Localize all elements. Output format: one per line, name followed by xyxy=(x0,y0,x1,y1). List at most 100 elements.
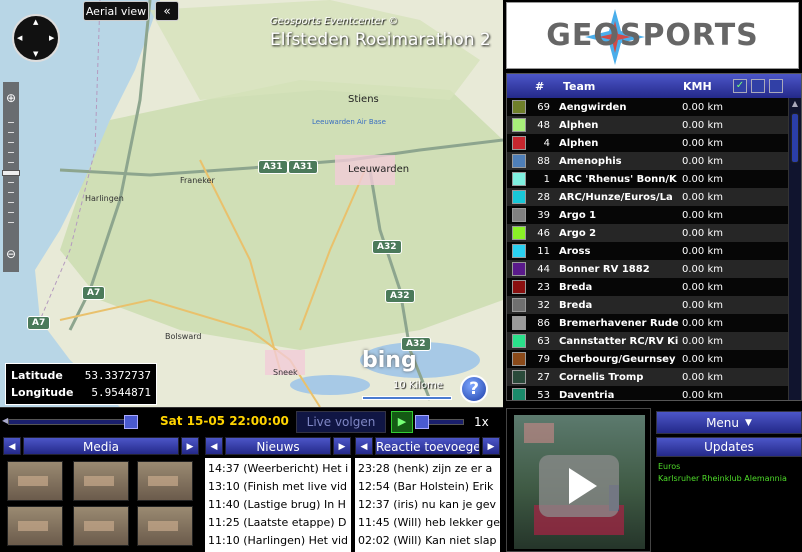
media-prev-icon[interactable]: ◀ xyxy=(3,437,21,455)
latitude-label: Latitude xyxy=(11,369,63,382)
team-row[interactable]: 46 Argo 2 0.00 km xyxy=(507,224,789,242)
aerial-view-button[interactable]: Aerial view xyxy=(83,1,149,21)
reactions-next-icon[interactable]: ▶ xyxy=(482,437,500,455)
timeline-slider[interactable] xyxy=(8,419,138,425)
team-color-swatch[interactable] xyxy=(512,316,526,330)
collapse-toolbar-button[interactable]: « xyxy=(155,1,179,21)
pan-right-icon[interactable]: ▶ xyxy=(49,34,54,42)
header-toggle-checkbox[interactable] xyxy=(769,79,783,93)
zoom-in-icon[interactable]: ⊕ xyxy=(3,90,19,106)
team-row[interactable]: 44 Bonner RV 1882 0.00 km xyxy=(507,260,789,278)
team-color-swatch[interactable] xyxy=(512,388,526,400)
media-thumbnail[interactable] xyxy=(137,506,193,546)
zoom-out-icon[interactable]: ⊖ xyxy=(3,246,19,262)
team-color-swatch[interactable] xyxy=(512,280,526,294)
timeline-handle[interactable] xyxy=(124,415,138,429)
team-color-swatch[interactable] xyxy=(512,352,526,366)
team-row[interactable]: 28 ARC/Hunze/Euros/La 0.00 km xyxy=(507,188,789,206)
media-thumbnail[interactable] xyxy=(7,461,63,501)
team-color-swatch[interactable] xyxy=(512,298,526,312)
team-row[interactable]: 79 Cherbourg/Geurnsey 0.00 km xyxy=(507,350,789,368)
media-thumbnail[interactable] xyxy=(73,461,129,501)
team-number: 28 xyxy=(537,191,550,203)
news-item[interactable]: 11:40 (Lastige brug) In H xyxy=(208,496,351,514)
team-distance: 0.00 km xyxy=(682,137,723,149)
select-all-checkbox[interactable]: ✓ xyxy=(733,79,747,93)
news-title[interactable]: Nieuws xyxy=(225,437,331,455)
media-thumbnail[interactable] xyxy=(73,506,129,546)
scroll-up-icon[interactable]: ▲ xyxy=(789,98,801,110)
team-color-swatch[interactable] xyxy=(512,172,526,186)
team-color-swatch[interactable] xyxy=(512,334,526,348)
reactions-prev-icon[interactable]: ◀ xyxy=(355,437,373,455)
pan-control[interactable]: ▲ ▼ ◀ ▶ xyxy=(12,14,60,62)
team-color-swatch[interactable] xyxy=(512,100,526,114)
team-row[interactable]: 53 Daventria 0.00 km xyxy=(507,386,789,400)
reaction-item[interactable]: 02:02 (Will) Kan niet slap xyxy=(358,532,500,550)
add-reaction-button[interactable]: Reactie toevoegen xyxy=(375,437,480,455)
zoom-handle[interactable] xyxy=(2,170,20,176)
team-row[interactable]: 63 Cannstatter RC/RV Ki 0.00 km xyxy=(507,332,789,350)
live-follow-button[interactable]: Live volgen xyxy=(296,411,386,433)
team-color-swatch[interactable] xyxy=(512,154,526,168)
map-label-airbase: Leeuwarden Air Base xyxy=(312,118,386,126)
reaction-item[interactable]: 11:45 (Will) heb lekker ge xyxy=(358,514,500,532)
updates-button[interactable]: Updates xyxy=(656,437,802,457)
map-view[interactable]: Stiens Leeuwarden Air Base Leeuwarden Fr… xyxy=(0,0,503,407)
pan-left-icon[interactable]: ◀ xyxy=(17,34,22,42)
video-screen[interactable] xyxy=(514,415,645,549)
team-row[interactable]: 11 Aross 0.00 km xyxy=(507,242,789,260)
play-icon[interactable]: ▶ xyxy=(391,411,413,433)
team-color-swatch[interactable] xyxy=(512,208,526,222)
team-row[interactable]: 1 ARC 'Rhenus' Bonn/K 0.00 km xyxy=(507,170,789,188)
news-item[interactable]: 11:25 (Laatste etappe) D xyxy=(208,514,351,532)
team-row[interactable]: 48 Alphen 0.00 km xyxy=(507,116,789,134)
team-color-swatch[interactable] xyxy=(512,190,526,204)
pan-up-icon[interactable]: ▲ xyxy=(33,18,38,26)
scroll-thumb[interactable] xyxy=(791,113,799,163)
video-play-icon[interactable] xyxy=(539,455,619,517)
help-button[interactable]: ? xyxy=(460,375,488,403)
pan-down-icon[interactable]: ▼ xyxy=(33,50,38,58)
reaction-item[interactable]: 12:54 (Bar Holstein) Erik xyxy=(358,478,500,496)
column-header-number[interactable]: # xyxy=(507,80,559,93)
team-color-swatch[interactable] xyxy=(512,244,526,258)
news-item[interactable]: 14:37 (Weerbericht) Het i xyxy=(208,460,351,478)
team-color-swatch[interactable] xyxy=(512,262,526,276)
road-shield: A32 xyxy=(372,240,402,254)
team-color-swatch[interactable] xyxy=(512,226,526,240)
reaction-item[interactable]: 23:28 (henk) zijn ze er a xyxy=(358,460,500,478)
media-next-icon[interactable]: ▶ xyxy=(181,437,199,455)
road-shield: A32 xyxy=(385,289,415,303)
video-player[interactable] xyxy=(506,408,651,552)
team-color-swatch[interactable] xyxy=(512,370,526,384)
team-row[interactable]: 88 Amenophis 0.00 km xyxy=(507,152,789,170)
reaction-item[interactable]: 12:37 (iris) nu kan je gev xyxy=(358,496,500,514)
update-item[interactable]: Karlsruher Rheinklub Alemannia xyxy=(658,473,800,485)
column-header-team[interactable]: Team xyxy=(559,80,681,93)
zoom-slider[interactable] xyxy=(3,82,19,272)
menu-dropdown[interactable]: Menu ▼ xyxy=(656,411,802,434)
update-item[interactable]: Euros xyxy=(658,461,800,473)
team-row[interactable]: 39 Argo 1 0.00 km xyxy=(507,206,789,224)
team-color-swatch[interactable] xyxy=(512,136,526,150)
news-item[interactable]: 13:10 (Finish met live vid xyxy=(208,478,351,496)
column-header-kmh[interactable]: KMH xyxy=(681,80,729,93)
team-scrollbar[interactable]: ▲ xyxy=(788,98,801,400)
media-title[interactable]: Media xyxy=(23,437,179,455)
team-color-swatch[interactable] xyxy=(512,118,526,132)
team-row[interactable]: 69 Aengwirden 0.00 km xyxy=(507,98,789,116)
team-row[interactable]: 23 Breda 0.00 km xyxy=(507,278,789,296)
speed-handle[interactable] xyxy=(415,415,429,429)
header-toggle-checkbox[interactable] xyxy=(751,79,765,93)
news-item[interactable]: 11:10 (Harlingen) Het vid xyxy=(208,532,351,550)
news-next-icon[interactable]: ▶ xyxy=(333,437,351,455)
team-row[interactable]: 27 Cornelis Tromp 0.00 km xyxy=(507,368,789,386)
team-row[interactable]: 4 Alphen 0.00 km xyxy=(507,134,789,152)
media-thumbnail[interactable] xyxy=(7,506,63,546)
team-name: Cornelis Tromp xyxy=(559,371,644,383)
team-row[interactable]: 86 Bremerhavener Rude 0.00 km xyxy=(507,314,789,332)
media-thumbnail[interactable] xyxy=(137,461,193,501)
news-prev-icon[interactable]: ◀ xyxy=(205,437,223,455)
team-row[interactable]: 32 Breda 0.00 km xyxy=(507,296,789,314)
